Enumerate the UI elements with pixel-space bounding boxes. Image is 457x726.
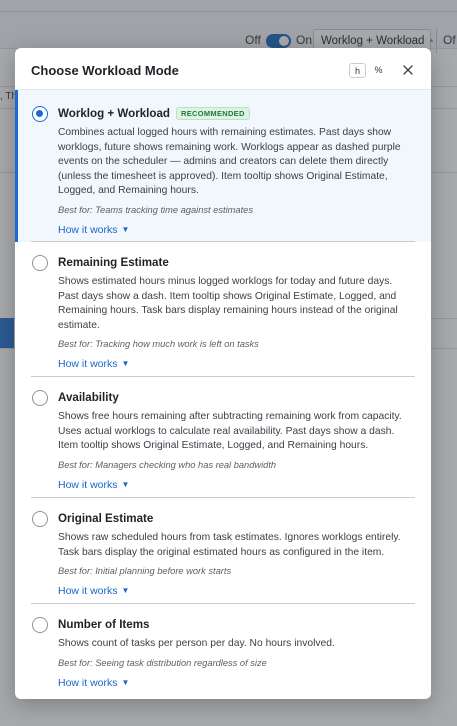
mode-option-availability[interactable]: Availability Shows free hours remaining …: [31, 377, 415, 498]
radio-remaining-estimate[interactable]: [32, 255, 48, 271]
how-it-works-label: How it works: [58, 676, 118, 689]
triangle-down-icon: ▼: [121, 224, 130, 234]
option-description: Shows raw scheduled hours from task esti…: [58, 532, 401, 558]
option-title: Remaining Estimate: [58, 255, 169, 269]
option-description: Shows count of tasks per person per day.…: [58, 638, 335, 649]
hours-unit-button[interactable]: h: [349, 63, 366, 78]
mode-option-remaining-estimate[interactable]: Remaining Estimate Shows estimated hours…: [31, 242, 415, 377]
how-it-works-link[interactable]: How it works ▼: [58, 223, 129, 237]
radio-original-estimate[interactable]: [32, 511, 48, 527]
option-best-for: Best for: Seeing task distribution regar…: [58, 657, 267, 668]
option-description: Combines actual logged hours with remain…: [58, 127, 401, 196]
how-it-works-link[interactable]: How it works ▼: [58, 584, 129, 598]
how-it-works-link[interactable]: How it works ▼: [58, 357, 129, 371]
option-description: Shows estimated hours minus logged workl…: [58, 276, 398, 331]
dialog-title: Choose Workload Mode: [31, 63, 179, 78]
workload-mode-dialog: Choose Workload Mode h % Worklog + Workl…: [15, 48, 431, 699]
option-title: Availability: [58, 390, 119, 404]
option-title: Worklog + Workload: [58, 106, 170, 120]
triangle-down-icon: ▼: [121, 359, 130, 368]
close-icon[interactable]: [401, 63, 415, 77]
mode-option-number-of-items[interactable]: Number of Items Shows count of tasks per…: [31, 604, 415, 696]
how-it-works-label: How it works: [58, 223, 118, 236]
option-best-for: Best for: Tracking how much work is left…: [58, 339, 259, 349]
mode-option-original-estimate[interactable]: Original Estimate Shows raw scheduled ho…: [31, 498, 415, 604]
option-title: Number of Items: [58, 617, 150, 631]
option-best-for: Best for: Teams tracking time against es…: [58, 204, 253, 215]
triangle-down-icon: ▼: [121, 586, 130, 595]
mode-options-list: Worklog + Workload RECOMMENDED Combines …: [15, 90, 431, 696]
percent-unit-button[interactable]: %: [370, 63, 387, 78]
how-it-works-label: How it works: [58, 478, 118, 491]
recommended-badge: RECOMMENDED: [175, 106, 250, 120]
option-title: Original Estimate: [58, 511, 154, 525]
radio-number-of-items[interactable]: [32, 617, 48, 633]
triangle-down-icon: ▼: [121, 479, 130, 489]
how-it-works-label: How it works: [58, 358, 118, 370]
radio-availability[interactable]: [32, 390, 48, 406]
how-it-works-label: How it works: [58, 585, 118, 597]
option-best-for: Best for: Initial planning before work s…: [58, 566, 232, 576]
mode-option-worklog-workload[interactable]: Worklog + Workload RECOMMENDED Combines …: [15, 90, 431, 242]
dialog-header: Choose Workload Mode h %: [15, 48, 431, 90]
radio-worklog-workload[interactable]: [32, 106, 48, 122]
how-it-works-link[interactable]: How it works ▼: [58, 676, 129, 690]
triangle-down-icon: ▼: [121, 677, 130, 687]
option-best-for: Best for: Managers checking who has real…: [58, 459, 277, 470]
how-it-works-link[interactable]: How it works ▼: [58, 478, 129, 492]
option-description: Shows free hours remaining after subtrac…: [58, 411, 402, 451]
